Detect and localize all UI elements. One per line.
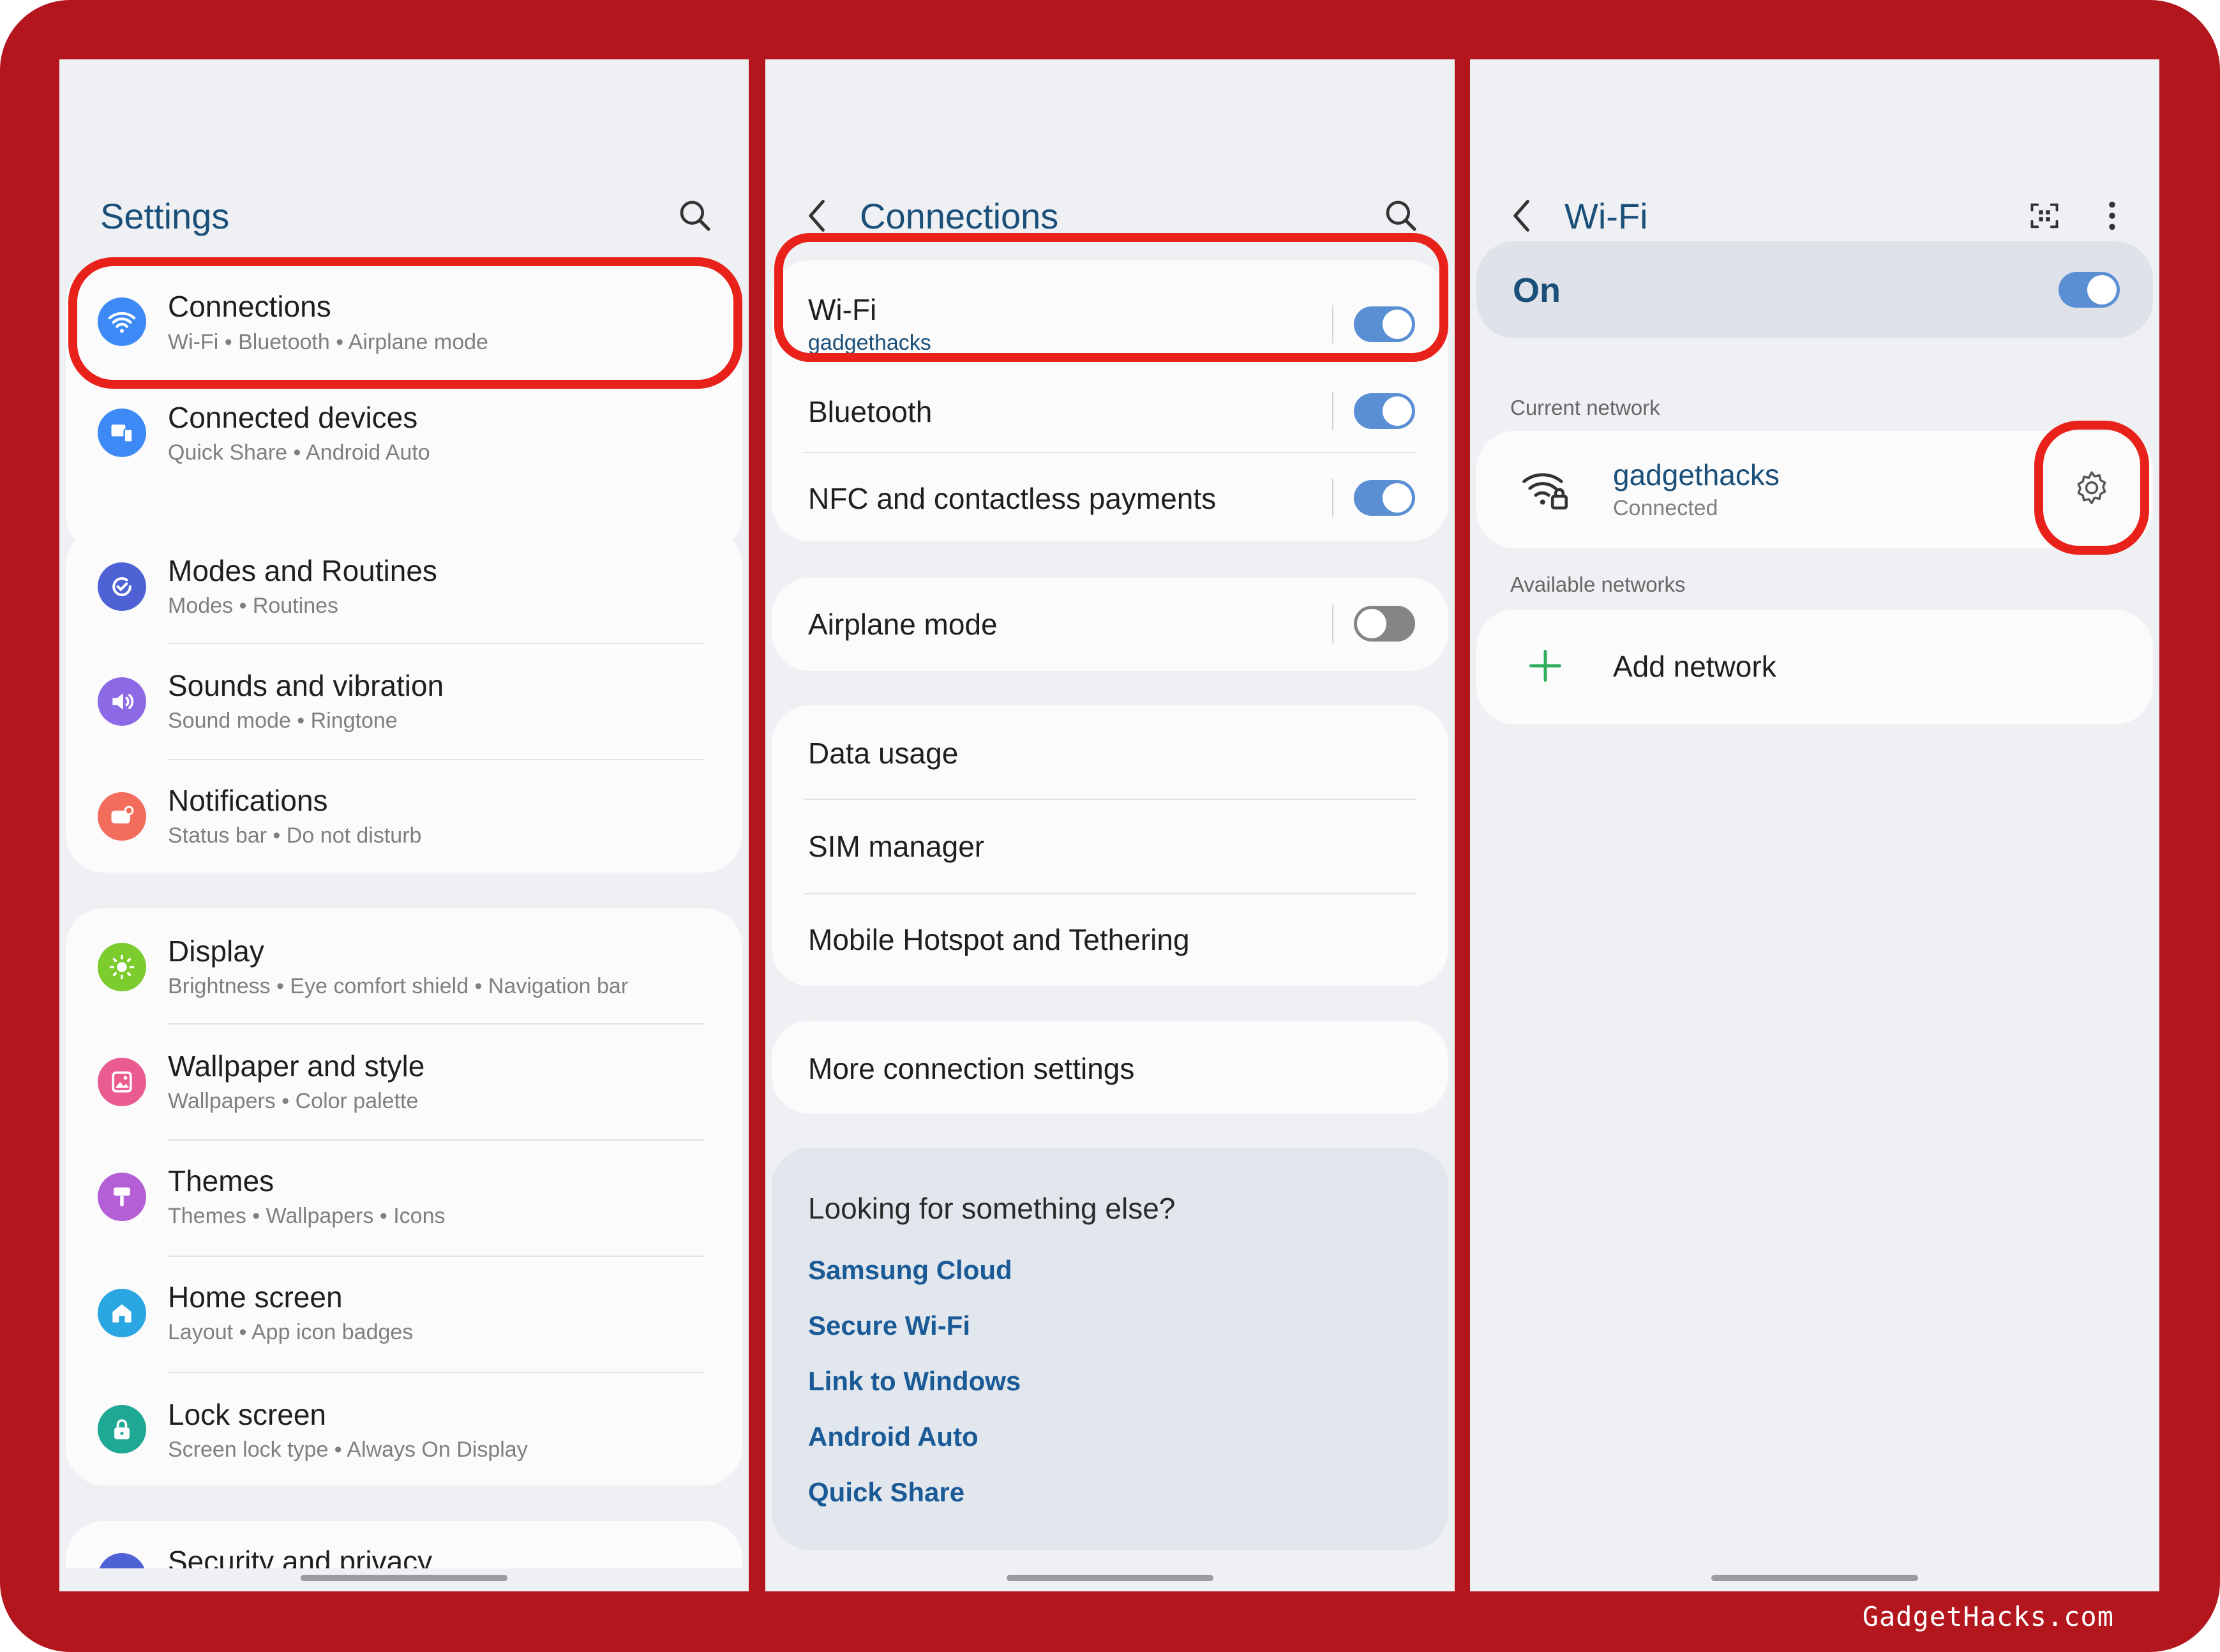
page-title: Connections (860, 195, 1059, 236)
item-subtitle: Wallpapers • Color palette (168, 1089, 419, 1113)
back-icon[interactable] (1508, 187, 1536, 244)
item-title: Lock screen (168, 1398, 327, 1431)
item-title: Notifications (168, 784, 328, 817)
add-network-card[interactable]: Add network (1476, 610, 2153, 725)
link-link-to-windows[interactable]: Link to Windows (808, 1366, 1021, 1397)
wifi-lock-icon (1521, 464, 1572, 516)
item-title: Sounds and vibration (168, 669, 444, 702)
item-title: Themes (168, 1164, 274, 1198)
home-icon (98, 1289, 146, 1337)
data-usage-row[interactable]: Data usage (772, 705, 1448, 799)
highlight-gear (2034, 421, 2149, 555)
sim-manager-row[interactable]: SIM manager (772, 800, 1448, 893)
settings-group-3: Display Brightness • Eye comfort shield … (66, 908, 742, 1485)
page-title: Settings (100, 195, 230, 236)
airplane-row[interactable]: Airplane mode (772, 578, 1448, 671)
watermark: GadgetHacks.com (1862, 1601, 2114, 1632)
settings-group-2: Modes and Routines Modes • Routines Soun… (66, 528, 742, 873)
item-subtitle: Themes • Wallpapers • Icons (168, 1204, 446, 1228)
airplane-label: Airplane mode (808, 608, 998, 641)
nfc-toggle[interactable] (1354, 480, 1415, 516)
item-subtitle: Status bar • Do not disturb (168, 823, 422, 848)
themes-icon (98, 1173, 146, 1221)
item-title: Connected devices (168, 401, 418, 434)
settings-item-wallpaper[interactable]: Wallpaper and style Wallpapers • Color p… (66, 1025, 742, 1139)
airplane-toggle[interactable] (1354, 606, 1415, 642)
notification-icon (98, 792, 146, 841)
looking-for-card: Looking for something else? Samsung Clou… (772, 1148, 1448, 1550)
wifi-master-switch[interactable]: On (1476, 241, 2153, 338)
item-subtitle: Screen lock type • Always On Display (168, 1438, 528, 1462)
routines-icon (98, 562, 146, 611)
link-quick-share[interactable]: Quick Share (808, 1477, 964, 1508)
item-subtitle: Brightness • Eye comfort shield • Naviga… (168, 974, 629, 998)
item-subtitle: Quick Share • Android Auto (168, 440, 430, 465)
settings-item-sounds[interactable]: Sounds and vibration Sound mode • Ringto… (66, 644, 742, 759)
item-title: Modes and Routines (168, 554, 437, 587)
link-samsung-cloud[interactable]: Samsung Cloud (808, 1255, 1012, 1286)
add-network-label: Add network (1613, 650, 1776, 683)
bluetooth-label: Bluetooth (808, 395, 933, 428)
network-name: gadgethacks (1613, 458, 1780, 492)
bluetooth-toggle[interactable] (1354, 393, 1415, 429)
nav-handle[interactable] (301, 1575, 507, 1581)
item-subtitle: Layout • App icon badges (168, 1320, 414, 1344)
item-subtitle: Modes • Routines (168, 594, 339, 618)
settings-item-lock-screen[interactable]: Lock screen Screen lock type • Always On… (66, 1373, 742, 1485)
network-status: Connected (1613, 496, 1718, 520)
hotspot-label: Mobile Hotspot and Tethering (808, 923, 1190, 956)
settings-screen: Settings Connections Wi-Fi • Bluetooth •… (59, 59, 749, 1591)
current-network-label: Current network (1510, 396, 1660, 419)
settings-item-home-screen[interactable]: Home screen Layout • App icon badges (66, 1257, 742, 1372)
nfc-label: NFC and contactless payments (808, 482, 1217, 515)
wifi-state-label: On (1513, 271, 1561, 310)
connections-group-3: Data usage SIM manager Mobile Hotspot an… (772, 705, 1448, 986)
wifi-screen: Wi-Fi On Current network gadgethacks Con… (1470, 59, 2159, 1591)
item-title: Wallpaper and style (168, 1049, 425, 1083)
page-title: Wi-Fi (1564, 195, 1648, 236)
bluetooth-row[interactable]: Bluetooth (772, 369, 1448, 452)
search-icon[interactable] (676, 187, 714, 244)
settings-item-display[interactable]: Display Brightness • Eye comfort shield … (66, 908, 742, 1023)
hotspot-row[interactable]: Mobile Hotspot and Tethering (772, 894, 1448, 986)
add-icon (1526, 647, 1564, 688)
more-settings-label: More connection settings (808, 1052, 1135, 1085)
item-title: Home screen (168, 1280, 343, 1314)
qr-scan-icon[interactable] (2025, 187, 2064, 244)
settings-item-connected-devices[interactable]: Connected devices Quick Share • Android … (66, 380, 742, 496)
more-settings-card: More connection settings (772, 1021, 1448, 1114)
available-networks-label: Available networks (1510, 573, 1686, 596)
nav-handle[interactable] (1007, 1575, 1213, 1581)
frame: Settings Connections Wi-Fi • Bluetooth •… (0, 0, 2220, 1652)
settings-item-notifications[interactable]: Notifications Status bar • Do not distur… (66, 760, 742, 873)
data-usage-label: Data usage (808, 737, 959, 770)
nfc-row[interactable]: NFC and contactless payments (772, 453, 1448, 541)
separator (1332, 479, 1333, 517)
highlight-wifi (774, 233, 1448, 362)
settings-item-modes-routines[interactable]: Modes and Routines Modes • Routines (66, 528, 742, 643)
airplane-card: Airplane mode (772, 578, 1448, 671)
link-android-auto[interactable]: Android Auto (808, 1422, 979, 1452)
settings-item-themes[interactable]: Themes Themes • Wallpapers • Icons (66, 1141, 742, 1256)
looking-title: Looking for something else? (808, 1192, 1176, 1225)
devices-icon (98, 409, 146, 457)
more-options-icon[interactable] (2093, 187, 2131, 244)
highlight-connections (68, 257, 742, 389)
item-title: Display (168, 935, 264, 968)
nav-handle[interactable] (1711, 1575, 1918, 1581)
wifi-master-toggle[interactable] (2059, 272, 2120, 308)
separator (1332, 392, 1333, 430)
sim-manager-label: SIM manager (808, 830, 985, 863)
link-secure-wifi[interactable]: Secure Wi-Fi (808, 1310, 970, 1341)
separator (1332, 604, 1333, 643)
brightness-icon (98, 943, 146, 991)
connections-screen: Connections Wi-Fi gadgethacks Bluetooth … (765, 59, 1455, 1591)
volume-icon (98, 677, 146, 726)
item-subtitle: Sound mode • Ringtone (168, 709, 398, 733)
lock-icon (98, 1405, 146, 1453)
wallpaper-icon (98, 1058, 146, 1106)
more-connection-settings-row[interactable]: More connection settings (772, 1021, 1448, 1114)
